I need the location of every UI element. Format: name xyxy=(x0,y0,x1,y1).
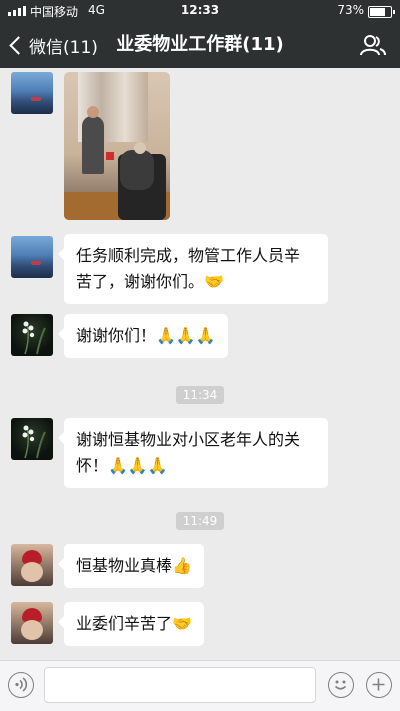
message-bubble[interactable]: 任务顺利完成，物管工作人员辛 苦了，谢谢你们。🤝 xyxy=(58,234,328,304)
message-text: 任务顺利完成，物管工作人员辛 xyxy=(76,246,301,265)
message-text: 谢谢恒基物业对小区老年人的关 xyxy=(76,430,301,449)
message-bubble[interactable]: 业委们辛苦了🤝 xyxy=(58,602,204,646)
battery-icon xyxy=(368,6,395,18)
input-bar xyxy=(0,660,400,711)
voice-icon xyxy=(15,677,28,692)
nav-bar: 微信(11) 业委物业工作群(11) xyxy=(0,22,400,68)
group-members-icon[interactable] xyxy=(360,34,386,56)
back-label: 微信(11) xyxy=(29,37,98,58)
voice-button[interactable] xyxy=(8,672,34,698)
emoji-button[interactable] xyxy=(328,672,354,698)
plus-icon xyxy=(372,678,385,691)
sender-avatar[interactable] xyxy=(11,72,53,114)
sender-avatar[interactable] xyxy=(11,236,53,278)
chevron-left-icon xyxy=(9,35,28,55)
timestamp: 11:34 xyxy=(0,384,400,404)
flower-icon xyxy=(22,321,46,355)
flower-icon xyxy=(22,425,46,459)
message-bubble[interactable]: 谢谢你们！🙏🙏🙏 xyxy=(58,314,228,358)
emoji-icon xyxy=(334,680,347,690)
sender-avatar[interactable] xyxy=(11,602,53,644)
message-text: 业委们辛苦了🤝 xyxy=(76,614,192,633)
image-message[interactable] xyxy=(64,72,170,220)
back-button[interactable]: 微信(11) xyxy=(8,22,98,68)
sender-avatar[interactable] xyxy=(11,544,53,586)
chat-area[interactable]: 任务顺利完成，物管工作人员辛 苦了，谢谢你们。🤝 谢谢你们！🙏🙏🙏 11:34 … xyxy=(0,68,400,660)
message-bubble[interactable]: 恒基物业真棒👍 xyxy=(58,544,204,588)
message-text: 怀！🙏🙏🙏 xyxy=(76,456,168,475)
message-text: 谢谢你们！🙏🙏🙏 xyxy=(76,326,216,345)
message-input[interactable] xyxy=(44,667,316,703)
timestamp: 11:49 xyxy=(0,510,400,530)
message-text: 苦了，谢谢你们。🤝 xyxy=(76,272,224,291)
battery-percent: 73% xyxy=(337,3,364,17)
message-bubble[interactable]: 谢谢恒基物业对小区老年人的关 怀！🙏🙏🙏 xyxy=(58,418,328,488)
message-text: 恒基物业真棒👍 xyxy=(76,556,192,575)
sender-avatar[interactable] xyxy=(11,314,53,356)
status-bar: 中国移动 4G 12:33 73% xyxy=(0,0,400,22)
more-button[interactable] xyxy=(366,672,392,698)
sender-avatar[interactable] xyxy=(11,418,53,460)
